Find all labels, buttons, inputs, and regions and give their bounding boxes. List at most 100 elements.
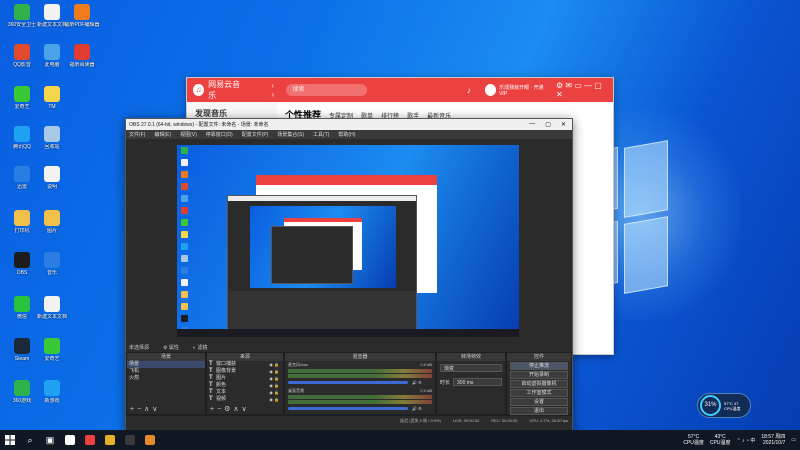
- mixer-track-db: 0.0 dB: [420, 388, 432, 393]
- visibility-lock-icon[interactable]: ◉ 🔒: [269, 375, 279, 382]
- scenes-dock: 场景 场景 飞机 火箭 +−∧∨: [126, 352, 206, 415]
- visibility-lock-icon[interactable]: ◉ 🔒: [269, 361, 279, 368]
- start-button[interactable]: [0, 430, 20, 450]
- netease-user-name[interactable]: 乐成我就开眼 · 开通VIP: [499, 84, 548, 97]
- volume-meter: [288, 369, 432, 373]
- menu-item[interactable]: 工具(T): [313, 131, 329, 138]
- source-item[interactable]: T 视频 ◉ 🔒: [207, 396, 283, 403]
- taskbar-app-button[interactable]: [100, 430, 120, 450]
- taskbar: ⌕ ▣ 57°C CPU温度 43°C CPU温度 ⌃ ♪ ◔ 中 18:57 周四…: [0, 430, 800, 450]
- sources-dock-toolbar[interactable]: +−⚙∧∨: [207, 406, 283, 414]
- desktop-icon[interactable]: 图片: [34, 210, 70, 234]
- preview-icon: [181, 243, 188, 250]
- menu-item[interactable]: 视图(V): [180, 131, 197, 138]
- visibility-lock-icon[interactable]: ◉ 🔒: [269, 396, 279, 403]
- desktop-icon[interactable]: 福昕PDF编辑器: [64, 4, 100, 28]
- taskbar-clock[interactable]: 18:57 周四 2021/10/7: [761, 434, 785, 446]
- task-view-icon: ▣: [45, 434, 55, 445]
- preview-icon: [181, 315, 188, 322]
- mixer-track: 桌面音频 0.0 dB 🔊 ⚙: [285, 387, 435, 413]
- app-icon: [74, 4, 90, 20]
- app-icon: [44, 210, 60, 226]
- control-button[interactable]: 设置: [510, 398, 568, 406]
- netease-window-controls[interactable]: ⚙ ✉ ▭ — ▢ ✕: [556, 81, 607, 99]
- duration-input[interactable]: 300 ms: [453, 378, 502, 386]
- controls-dock-title: 控件: [507, 353, 571, 361]
- speaker-icon[interactable]: 🔊 ⚙: [412, 406, 422, 411]
- menu-item[interactable]: 编辑(E): [154, 131, 171, 138]
- preview-icon: [181, 207, 188, 214]
- cpu-monitor-widget[interactable]: 31% 57°C 47 CPU温度: [697, 393, 751, 418]
- tray-icons[interactable]: ⌃ ♪ ◔ 中: [736, 437, 755, 444]
- control-button[interactable]: 开始录制: [510, 371, 568, 379]
- speaker-icon[interactable]: 🔊 ⚙: [412, 380, 422, 385]
- source-item[interactable]: T 文本 ◉ 🔒: [207, 389, 283, 396]
- properties-button[interactable]: ⚙ 属性: [163, 344, 179, 351]
- mic-icon[interactable]: ♪: [467, 86, 471, 95]
- visibility-lock-icon[interactable]: ◉ 🔒: [269, 389, 279, 396]
- obs-source-toolbar: 未选择源 ⚙ 属性 ◐ 滤镜: [126, 342, 572, 352]
- obs-preview[interactable]: [177, 145, 519, 337]
- control-button[interactable]: 退出: [510, 407, 568, 415]
- scene-item[interactable]: 火箭: [127, 375, 205, 382]
- taskbar-app-button[interactable]: [120, 430, 140, 450]
- scene-item[interactable]: 飞机: [127, 368, 205, 375]
- source-item[interactable]: T 窗口捕获 ◉ 🔒: [207, 361, 283, 368]
- avatar[interactable]: [484, 84, 497, 96]
- control-button[interactable]: 启动虚拟摄像机: [510, 380, 568, 388]
- no-source-label: 未选择源: [129, 344, 150, 351]
- taskbar-app-button[interactable]: [60, 430, 80, 450]
- scenes-dock-toolbar[interactable]: +−∧∨: [127, 406, 205, 414]
- menu-item[interactable]: 配置文件(P): [242, 131, 269, 138]
- app-icon: [44, 166, 60, 182]
- filters-button[interactable]: ◐ 滤镜: [193, 344, 207, 351]
- transition-select[interactable]: 渐变: [440, 364, 502, 372]
- back-forward-icon[interactable]: ‹ ›: [271, 81, 278, 99]
- notification-icon[interactable]: ▭: [791, 437, 796, 443]
- visibility-lock-icon[interactable]: ◉ 🔒: [269, 382, 279, 389]
- desktop-icon[interactable]: 回收站: [34, 126, 70, 150]
- desktop-icon[interactable]: 福昕阅读器: [64, 44, 100, 68]
- tray-temp-2[interactable]: 43°C CPU温度: [710, 434, 731, 446]
- volume-slider[interactable]: [288, 381, 408, 384]
- menu-item[interactable]: 停靠窗口(D): [206, 131, 233, 138]
- desktop-icon[interactable]: 新建文本文档: [34, 296, 70, 320]
- mixer-dock: 混音器 麦克风/Aux 0.0 dB 🔊 ⚙ 桌面音频 0.0 dB 🔊 ⚙: [284, 352, 436, 415]
- visibility-lock-icon[interactable]: ◉ 🔒: [269, 368, 279, 375]
- taskbar-app-button[interactable]: [80, 430, 100, 450]
- control-button[interactable]: 停止推流: [510, 362, 568, 370]
- source-item[interactable]: T 颜色 ◉ 🔒: [207, 382, 283, 389]
- app-icon: [74, 44, 90, 60]
- source-item[interactable]: T 图片 ◉ 🔒: [207, 375, 283, 382]
- task-view-button[interactable]: ▣: [40, 430, 60, 450]
- desktop-icon[interactable]: TM: [34, 86, 70, 110]
- desktop-icon[interactable]: 音乐: [34, 252, 70, 276]
- netease-search-input[interactable]: 搜索: [286, 84, 367, 96]
- desktop-icon-label: 音乐: [46, 270, 57, 276]
- obs-window-controls[interactable]: — ▢ ✕: [529, 121, 569, 128]
- desktop-icon[interactable]: 爱奇艺: [34, 338, 70, 362]
- preview-icon: [181, 279, 188, 286]
- desktop-icon[interactable]: 新游戏: [34, 380, 70, 404]
- control-button[interactable]: 工作室模式: [510, 389, 568, 397]
- search-icon: ⌕: [27, 434, 33, 445]
- tray-temp-1[interactable]: 57°C CPU温度: [683, 434, 704, 446]
- obs-window[interactable]: OBS 27.0.1 (64-bit, windows) - 配置文件: 未命名…: [125, 118, 573, 436]
- live-timer: LIVE: 00:00:00: [452, 418, 480, 423]
- cpu-temp-value: 57°C 47: [724, 400, 739, 406]
- volume-slider[interactable]: [288, 407, 408, 410]
- menu-item[interactable]: 帮助(H): [338, 131, 355, 138]
- source-type-icon: T: [209, 361, 213, 367]
- menu-item[interactable]: 场景集合(S): [277, 131, 304, 138]
- menu-item[interactable]: 文件(F): [129, 131, 145, 138]
- source-item[interactable]: T 图像背景 ◉ 🔒: [207, 368, 283, 375]
- taskbar-search-button[interactable]: ⌕: [20, 430, 40, 450]
- preview-icon: [181, 183, 188, 190]
- desktop-icon-label: 说明: [46, 184, 57, 190]
- desktop-icon[interactable]: 说明: [34, 166, 70, 190]
- obs-app-icon: [125, 435, 135, 445]
- app-icon: [44, 44, 60, 60]
- taskbar-app-button[interactable]: [140, 430, 160, 450]
- scene-item[interactable]: 场景: [127, 361, 205, 368]
- app-icon: [14, 44, 30, 60]
